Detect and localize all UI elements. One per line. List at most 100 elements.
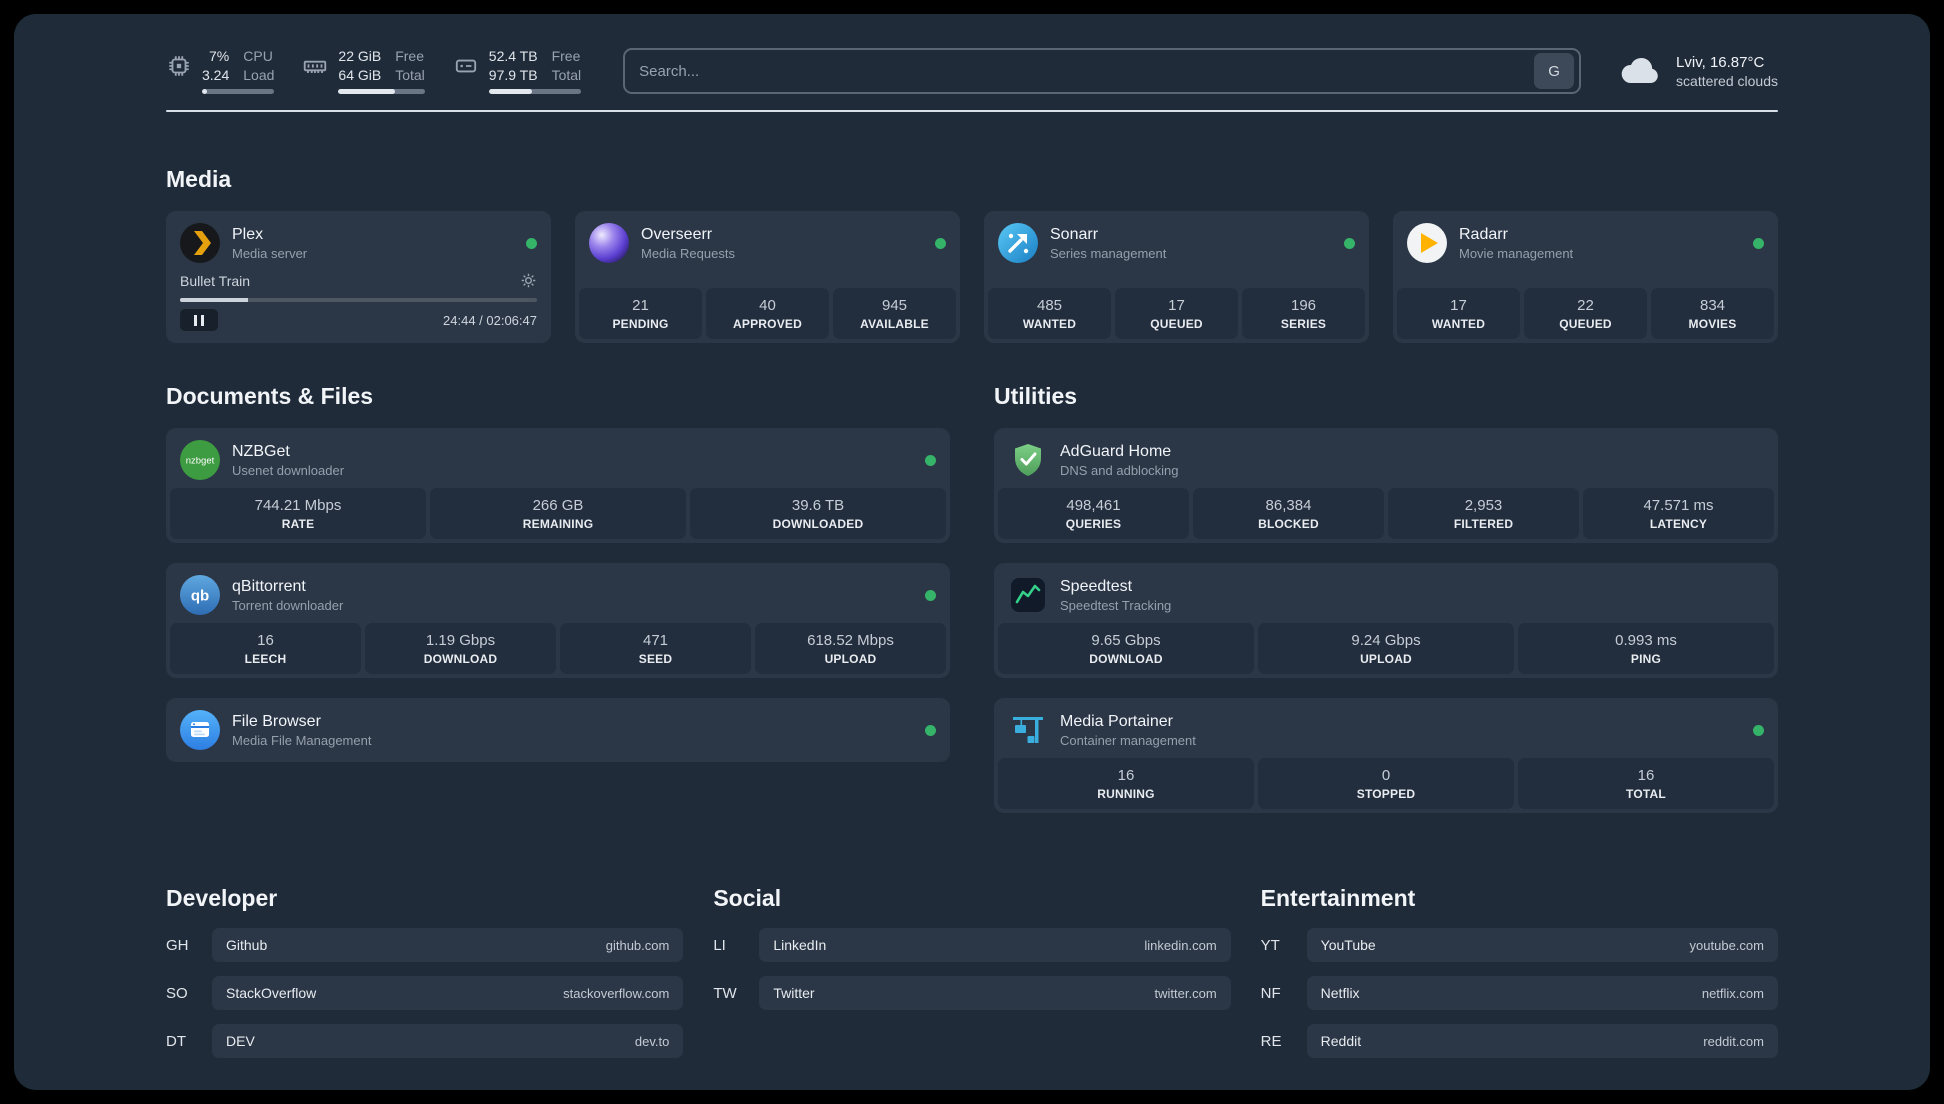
service-subtitle: Speedtest Tracking: [1060, 597, 1172, 613]
status-dot: [526, 237, 537, 249]
search-provider-button[interactable]: G: [1534, 53, 1575, 89]
section-title-documents: Documents & Files: [166, 383, 374, 409]
gear-icon[interactable]: [520, 272, 537, 289]
stat-upload: 618.52 Mbps UPLOAD: [755, 623, 946, 674]
stat-blocked: 86,384 BLOCKED: [1193, 488, 1384, 539]
stat-download: 1.19 Gbps DOWNLOAD: [365, 623, 556, 674]
card-qbittorrent[interactable]: qb qBittorrent Torrent downloader 16 LEE…: [166, 563, 950, 678]
bookmark-group-developer: Developer GH Github github.com SO StackO…: [166, 885, 684, 1058]
disk-label-bottom: Total: [551, 66, 582, 83]
service-subtitle: Media Requests: [641, 245, 735, 261]
card-overseerr[interactable]: Overseerr Media Requests 21 PENDING 40 A…: [575, 211, 960, 343]
bookmark-linkedin: LI LinkedIn linkedin.com: [713, 928, 1231, 962]
cpu-label-bottom: Load: [243, 66, 275, 83]
bookmark-group-entertainment: Entertainment YT YouTube youtube.com NF …: [1261, 885, 1778, 1058]
card-adguard[interactable]: AdGuard Home DNS and adblocking 498,461 …: [994, 428, 1778, 543]
bookmark-link[interactable]: YouTube youtube.com: [1306, 928, 1778, 962]
filebrowser-icon: [180, 710, 220, 750]
now-playing-title: Bullet Train: [180, 272, 251, 289]
service-name: Overseerr: [641, 225, 713, 243]
status-dot: [925, 589, 936, 601]
bookmark-abbr: YT: [1260, 936, 1280, 954]
bookmark-youtube: YT YouTube youtube.com: [1261, 928, 1778, 962]
search-bar: G: [623, 48, 1582, 94]
card-radarr[interactable]: Radarr Movie management 17 WANTED 22 QUE…: [1393, 211, 1778, 343]
bookmark-abbr: TW: [713, 984, 737, 1002]
disk-total: 97.9 TB: [488, 66, 538, 83]
qbittorrent-icon: qb: [180, 575, 220, 615]
disk-progress-bar: [488, 89, 582, 94]
service-subtitle: Torrent downloader: [232, 597, 344, 613]
plex-icon: [180, 223, 220, 263]
playback-progress-bar[interactable]: [180, 298, 537, 302]
section-title-media: Media: [166, 166, 232, 192]
service-subtitle: Usenet downloader: [232, 462, 345, 478]
nzbget-icon: nzbget: [180, 440, 220, 480]
svg-text:qb: qb: [191, 588, 209, 605]
search-input[interactable]: [639, 62, 1535, 80]
cloud-icon: [1621, 57, 1658, 83]
service-subtitle: Movie management: [1459, 245, 1574, 261]
bookmark-link[interactable]: Github github.com: [212, 928, 684, 962]
speedtest-icon: [1008, 575, 1048, 615]
memory-total: 64 GiB: [338, 66, 382, 83]
bookmark-twitter: TW Twitter twitter.com: [713, 976, 1231, 1010]
card-speedtest[interactable]: Speedtest Speedtest Tracking 9.65 Gbps D…: [994, 563, 1778, 678]
disk-progress-fill: [488, 89, 533, 94]
bookmark-stackoverflow: SO StackOverflow stackoverflow.com: [166, 976, 684, 1010]
bookmark-dev: DT DEV dev.to: [166, 1024, 684, 1058]
service-subtitle: Container management: [1060, 732, 1196, 748]
cpu-icon: [169, 56, 189, 76]
bookmark-abbr: SO: [166, 984, 188, 1002]
top-bar: 7% CPU 3.24 Load 22 GiB Free 64 GiB Tota…: [166, 48, 1778, 94]
memory-label-bottom: Total: [395, 66, 425, 83]
playback-time: 24:44 / 02:06:47: [443, 312, 537, 328]
status-dot: [1753, 724, 1764, 736]
memory-widget: 22 GiB Free 64 GiB Total: [302, 48, 425, 94]
bookmark-github: GH Github github.com: [166, 928, 684, 962]
stat-movies: 834 MOVIES: [1651, 288, 1774, 339]
stat-download: 9.65 Gbps DOWNLOAD: [998, 623, 1254, 674]
bookmark-link[interactable]: Reddit reddit.com: [1306, 1024, 1778, 1058]
stat-stopped: 0 STOPPED: [1258, 758, 1514, 809]
service-subtitle: DNS and adblocking: [1060, 462, 1179, 478]
card-sonarr[interactable]: Sonarr Series management 485 WANTED 17 Q…: [984, 211, 1369, 343]
dashboard-panel: 7% CPU 3.24 Load 22 GiB Free 64 GiB Tota…: [14, 14, 1930, 1090]
stat-filtered: 2,953 FILTERED: [1388, 488, 1579, 539]
bookmark-abbr: LI: [713, 936, 726, 954]
bookmark-abbr: NF: [1260, 984, 1281, 1002]
status-dot: [925, 454, 936, 466]
card-portainer[interactable]: Media Portainer Container management 16 …: [994, 698, 1778, 813]
card-filebrowser[interactable]: File Browser Media File Management: [166, 698, 950, 762]
service-name: File Browser: [232, 712, 321, 730]
playback-progress-fill: [180, 298, 248, 302]
service-name: Radarr: [1459, 225, 1508, 243]
card-plex[interactable]: Plex Media server Bullet Train 24:44 / 0…: [166, 211, 551, 343]
stat-available: 945 AVAILABLE: [833, 288, 956, 339]
bookmark-link[interactable]: Netflix netflix.com: [1306, 976, 1778, 1010]
bookmark-link[interactable]: LinkedIn linkedin.com: [759, 928, 1231, 962]
svg-text:nzbget: nzbget: [186, 456, 215, 467]
cpu-load-value: 3.24: [202, 66, 230, 83]
status-dot: [1344, 237, 1355, 249]
memory-icon: [304, 60, 327, 74]
service-subtitle: Media server: [232, 245, 308, 261]
service-name: NZBGet: [232, 442, 290, 460]
bookmark-link[interactable]: DEV dev.to: [212, 1024, 684, 1058]
bookmark-netflix: NF Netflix netflix.com: [1261, 976, 1778, 1010]
bookmark-link[interactable]: StackOverflow stackoverflow.com: [212, 976, 684, 1010]
pause-button[interactable]: [180, 309, 218, 331]
bookmark-link[interactable]: Twitter twitter.com: [759, 976, 1231, 1010]
now-playing-widget: Bullet Train 24:44 / 02:06:47: [170, 272, 547, 339]
cpu-progress-fill: [202, 89, 208, 94]
card-nzbget[interactable]: nzbget NZBGet Usenet downloader 744.21 M…: [166, 428, 950, 543]
stat-leech: 16 LEECH: [170, 623, 361, 674]
adguard-icon: [1008, 440, 1048, 480]
stat-running: 16 RUNNING: [998, 758, 1254, 809]
stat-wanted: 17 WANTED: [1397, 288, 1520, 339]
service-name: Sonarr: [1050, 225, 1099, 243]
stat-downloaded: 39.6 TB DOWNLOADED: [690, 488, 946, 539]
disk-widget: 52.4 TB Free 97.9 TB Total: [453, 48, 582, 94]
stat-pending: 21 PENDING: [579, 288, 702, 339]
cpu-widget: 7% CPU 3.24 Load: [166, 48, 275, 94]
